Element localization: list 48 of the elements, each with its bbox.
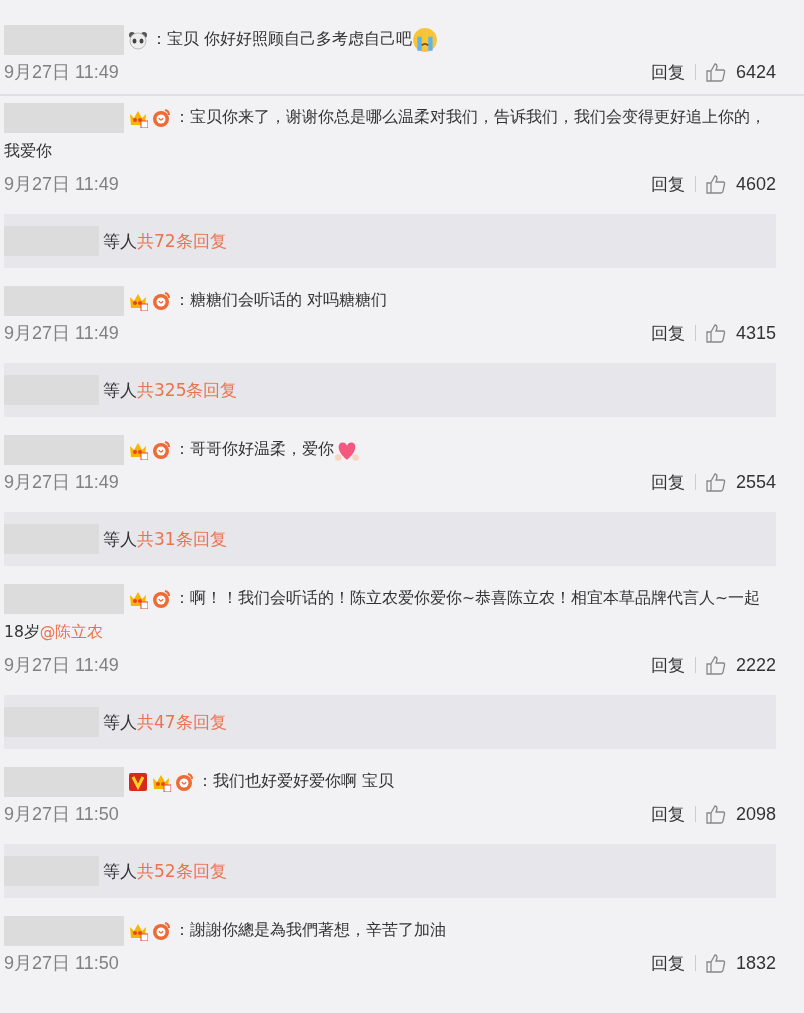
thumbs-up-icon[interactable] [705,472,726,492]
reply-button[interactable]: 回复 [650,802,685,826]
panda-icon [128,29,148,50]
comment-text: ：宝贝 你好好照顾自己多考虑自己吧 [4,22,776,56]
reply-summary-bar[interactable]: 等人共325条回复 [4,363,776,417]
like-count: 4602 [735,173,776,195]
comment-text: ：糖糖们会听话的 对吗糖糖们 [4,283,776,317]
comment-text: ：哥哥你好温柔，爱你 [4,432,776,466]
reply-button[interactable]: 回复 [650,172,685,196]
like-count: 1832 [735,952,776,974]
thumbs-up-icon[interactable] [705,953,726,973]
reply-summary-bar[interactable]: 等人共52条回复 [4,844,776,898]
comment-time: 9月27日 11:49 [4,322,119,345]
summary-text: 等人 [103,229,137,253]
comment-time: 9月27日 11:50 [4,803,119,826]
crying-face-icon [411,26,438,53]
thumbs-up-icon[interactable] [705,174,726,194]
like-count: 2222 [735,654,776,676]
reply-summary-bar[interactable]: 等人共72条回复 [4,214,776,268]
summary-text: 等人 [103,378,137,402]
reply-summary-bar[interactable]: 等人共47条回复 [4,695,776,749]
thumbs-up-icon[interactable] [705,804,726,824]
like-count: 2098 [735,803,776,825]
comment-text: ：宝贝你来了，谢谢你总是哪么温柔对我们，告诉我们，我们会变得更好追上你的，我爱你 [4,100,776,168]
comment-time: 9月27日 11:49 [4,173,119,196]
summary-text: 等人 [103,859,137,883]
thumbs-up-icon[interactable] [705,323,726,343]
reply-button[interactable]: 回复 [650,60,685,84]
summary-text: 等人 [103,527,137,551]
reply-button[interactable]: 回复 [650,470,685,494]
reply-button[interactable]: 回复 [650,653,685,677]
reply-button[interactable]: 回复 [650,321,685,345]
comment-time: 9月27日 11:49 [4,61,119,84]
comment-text: ：啊！！我们会听话的！陈立农爱你爱你~恭喜陈立农！相宜本草品牌代言人~一起18岁@陈立农 [4,581,776,649]
like-count: 6424 [735,61,776,83]
comment-text: ：我们也好爱好爱你啊 宝贝 [4,764,776,798]
comment-time: 9月27日 11:49 [4,471,119,494]
thumbs-up-icon[interactable] [705,655,726,675]
summary-text: 等人 [103,710,137,734]
reply-button[interactable]: 回复 [650,951,685,975]
comment-time: 9月27日 11:49 [4,654,119,677]
like-count: 4315 [735,322,776,344]
reply-summary-bar[interactable]: 等人共31条回复 [4,512,776,566]
comment-text: ：謝謝你總是為我們著想，辛苦了加油 [4,913,776,947]
comment-time: 9月27日 11:50 [4,952,119,975]
thumbs-up-icon[interactable] [705,62,726,82]
like-count: 2554 [735,471,776,493]
vip-badge-icon [128,771,148,792]
